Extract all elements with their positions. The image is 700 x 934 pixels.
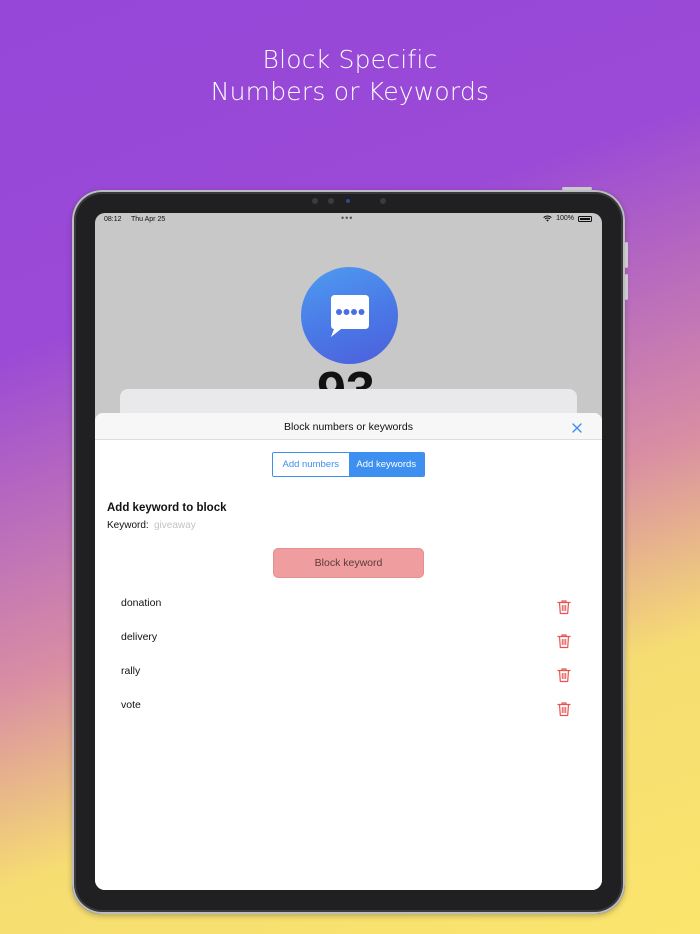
keyword-text: delivery — [121, 631, 158, 643]
form-title: Add keyword to block — [107, 502, 227, 514]
block-keyword-button[interactable]: Block keyword — [273, 548, 424, 578]
wifi-icon — [543, 215, 552, 222]
list-item: delivery — [95, 627, 602, 661]
list-item: vote — [95, 695, 602, 729]
trash-icon[interactable] — [557, 667, 571, 683]
battery-percent: 100% — [556, 215, 574, 222]
trash-icon[interactable] — [557, 701, 571, 717]
volume-up-button — [625, 242, 628, 268]
sensor-icon — [328, 198, 334, 204]
screen: 08:12 Thu Apr 25 ••• 100% 9 — [95, 213, 602, 890]
tab-add-keywords[interactable]: Add keywords — [348, 453, 424, 476]
camera-icon — [346, 199, 350, 203]
keyword-label: Keyword: — [107, 520, 149, 531]
list-item: rally — [95, 661, 602, 695]
volume-down-button — [625, 274, 628, 300]
multitasking-dots[interactable]: ••• — [341, 213, 353, 223]
sensor-icon — [312, 198, 318, 204]
battery-icon — [578, 215, 592, 222]
chat-bubble-icon — [301, 267, 398, 364]
trash-icon[interactable] — [557, 599, 571, 615]
ipad-frame: 08:12 Thu Apr 25 ••• 100% 9 — [72, 187, 628, 914]
mode-segmented-control: Add numbers Add keywords — [272, 452, 425, 477]
list-item: donation — [95, 593, 602, 627]
status-bar: 08:12 Thu Apr 25 ••• 100% — [95, 213, 602, 227]
top-button — [562, 187, 592, 190]
keyword-text: vote — [121, 699, 141, 711]
status-time: 08:12 — [104, 216, 122, 223]
status-right: 100% — [543, 215, 592, 222]
keyword-list: donation delivery rally vote — [95, 593, 602, 729]
camera-bar — [308, 195, 390, 207]
status-date: Thu Apr 25 — [131, 216, 166, 223]
headline-line-2: Numbers or Keywords — [210, 77, 490, 106]
block-sheet: Block numbers or keywords Add numbers Ad… — [95, 413, 602, 890]
trash-icon[interactable] — [557, 633, 571, 649]
keyword-text: donation — [121, 597, 162, 609]
headline: Block Specific Numbers or Keywords — [0, 44, 700, 108]
keyword-input[interactable] — [154, 519, 354, 532]
headline-line-1: Block Specific — [262, 45, 438, 74]
keyword-text: rally — [121, 665, 141, 677]
close-icon[interactable] — [572, 423, 582, 433]
sheet-header: Block numbers or keywords — [95, 413, 602, 440]
tab-add-numbers[interactable]: Add numbers — [273, 453, 349, 476]
sensor-icon — [380, 198, 386, 204]
sheet-title: Block numbers or keywords — [284, 421, 413, 433]
background-counter: 93 — [317, 365, 375, 389]
